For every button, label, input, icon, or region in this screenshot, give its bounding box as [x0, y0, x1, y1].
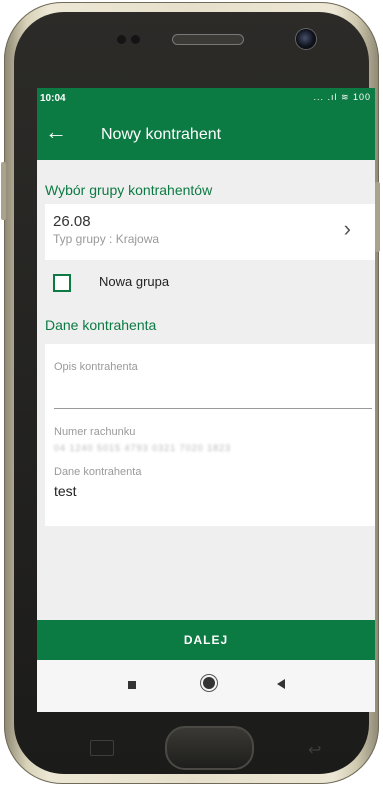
group-name: 26.08: [53, 213, 91, 230]
earpiece-speaker: [172, 34, 244, 45]
app-screen: 10:04 ... .ıl ≋ 100 ← Nowy kontrahent Wy…: [37, 88, 375, 712]
account-number-value[interactable]: 04 1240 5015 4793 0321 7020 1823: [54, 443, 231, 453]
status-icons: ... .ıl ≋ 100: [313, 92, 371, 102]
contractor-data-label: Dane kontrahenta: [54, 466, 142, 478]
description-input[interactable]: Opis kontrahenta: [54, 361, 138, 373]
contractor-form-card: Opis kontrahenta Numer rachunku 04 1240 …: [45, 344, 375, 526]
contractor-data-value[interactable]: test: [54, 483, 77, 499]
status-time: 10:04: [40, 93, 66, 104]
sensor-dot-1: [117, 35, 126, 44]
hardware-back-icon: ↩: [308, 742, 322, 759]
group-select-card[interactable]: 26.08 Typ grupy : Krajowa ›: [45, 204, 375, 260]
new-group-checkbox[interactable]: [53, 274, 71, 292]
home-icon[interactable]: [203, 677, 215, 689]
status-bar: 10:04 ... .ıl ≋ 100: [37, 88, 375, 110]
android-nav-bar: [37, 660, 375, 712]
next-button[interactable]: DALEJ: [37, 620, 375, 660]
group-type: Typ grupy : Krajowa: [53, 232, 160, 246]
chevron-right-icon: ›: [343, 216, 351, 241]
app-bar: ← Nowy kontrahent: [37, 110, 375, 160]
volume-button: [1, 162, 6, 220]
account-number-label: Numer rachunku: [54, 426, 136, 438]
hardware-home-button[interactable]: [165, 726, 254, 770]
front-camera: [296, 29, 316, 49]
hardware-recent-icon: [90, 740, 114, 756]
recent-apps-icon[interactable]: [128, 681, 136, 689]
back-arrow-icon[interactable]: ←: [45, 119, 67, 145]
back-triangle-icon[interactable]: [277, 679, 285, 689]
contractor-section-title: Dane kontrahenta: [45, 317, 157, 333]
power-button: [375, 182, 380, 252]
description-underline: [54, 408, 372, 409]
sensor-dot-2: [131, 35, 140, 44]
new-group-label[interactable]: Nowa grupa: [99, 274, 169, 289]
page-title: Nowy kontrahent: [101, 126, 222, 143]
group-section-title: Wybór grupy kontrahentów: [45, 182, 213, 198]
